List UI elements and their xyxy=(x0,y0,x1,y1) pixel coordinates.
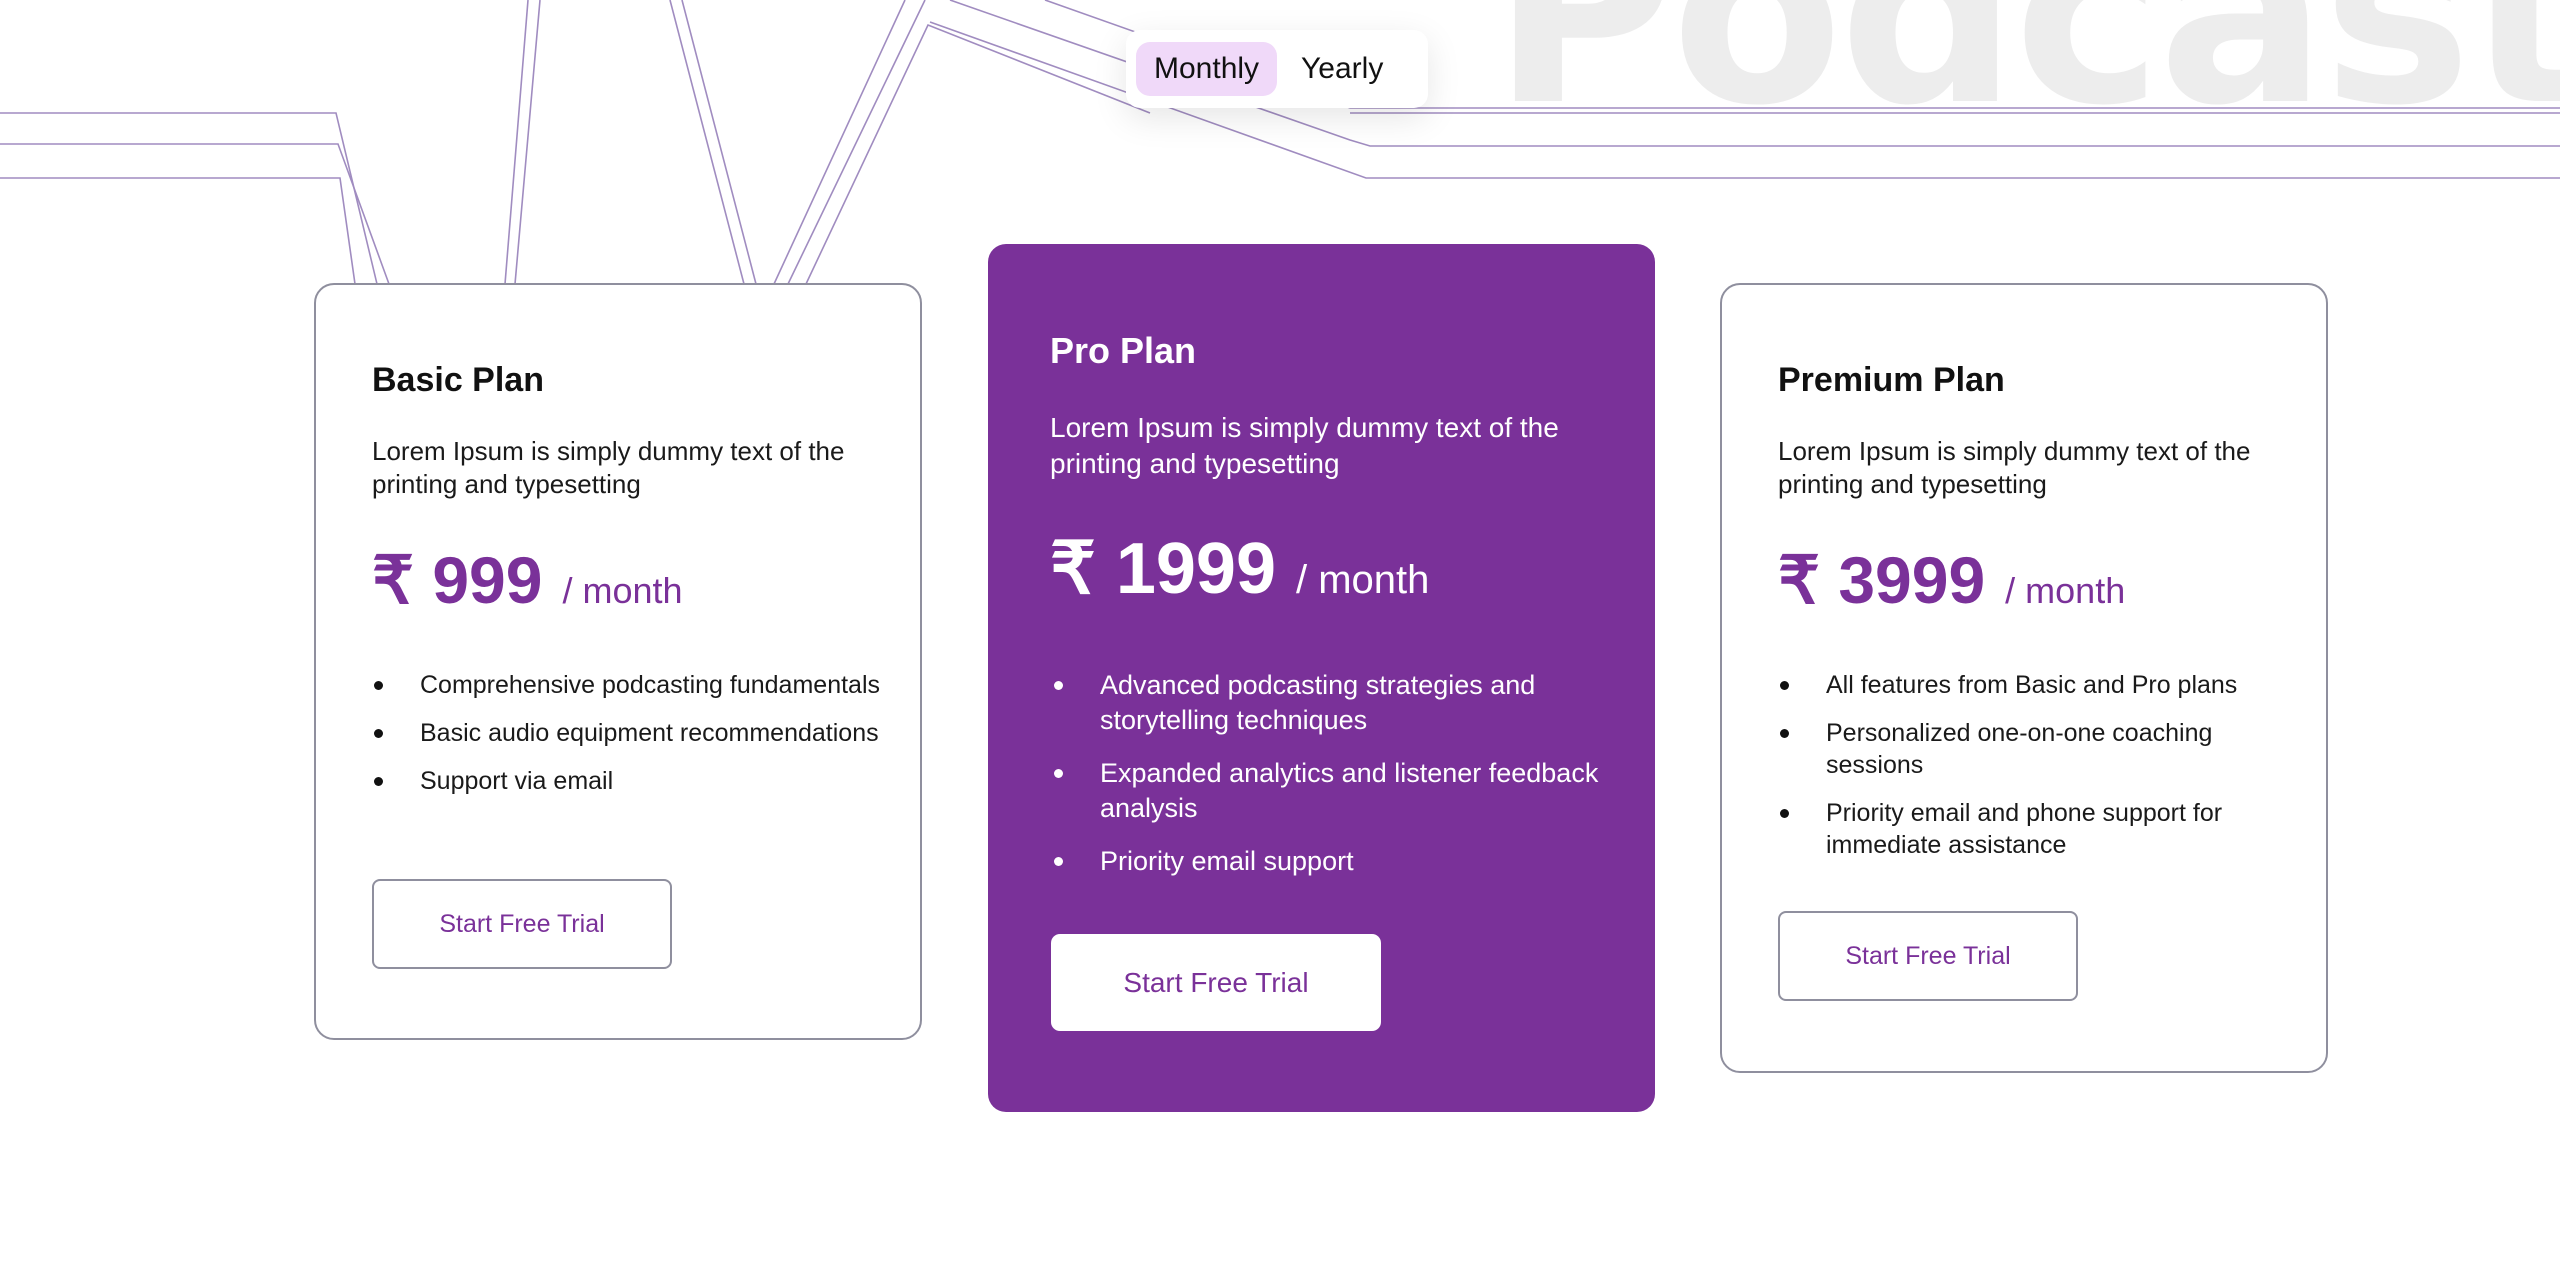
price-row: ₹ 1999 / month xyxy=(1050,526,1429,610)
feature-item: Basic audio equipment recommendations xyxy=(374,717,906,749)
price-amount: ₹ 1999 xyxy=(1050,529,1276,609)
price-period: / month xyxy=(562,570,683,611)
bullet-icon xyxy=(374,729,383,738)
feature-item: Support via email xyxy=(374,765,906,797)
bullet-icon xyxy=(374,777,383,786)
start-free-trial-button[interactable]: Start Free Trial xyxy=(1051,934,1381,1031)
podcast-watermark: Podcast xyxy=(1492,0,2560,160)
feature-item: Priority email support xyxy=(1054,844,1636,879)
feature-list: Advanced podcasting strategies and story… xyxy=(1054,668,1636,897)
feature-item: Advanced podcasting strategies and story… xyxy=(1054,668,1636,738)
bullet-icon xyxy=(1054,769,1063,778)
bullet-icon xyxy=(1054,681,1063,690)
feature-item: Priority email and phone support for imm… xyxy=(1780,797,2312,861)
plan-card-basic: Basic Plan Lorem Ipsum is simply dummy t… xyxy=(314,283,922,1040)
plan-title: Premium Plan xyxy=(1778,361,2005,399)
bullet-icon xyxy=(1780,681,1789,690)
billing-toggle: Monthly Yearly xyxy=(1126,30,1428,108)
plan-title: Pro Plan xyxy=(1050,330,1197,371)
price-row: ₹ 999 / month xyxy=(372,542,683,619)
price-amount: ₹ 3999 xyxy=(1778,543,1986,617)
feature-list: Comprehensive podcasting fundamentals Ba… xyxy=(374,669,906,813)
plan-description: Lorem Ipsum is simply dummy text of the … xyxy=(1050,412,1559,479)
plan-card-pro: Pro Plan Lorem Ipsum is simply dummy tex… xyxy=(988,244,1655,1112)
feature-item: Personalized one-on-one coaching session… xyxy=(1780,717,2312,781)
feature-item: All features from Basic and Pro plans xyxy=(1780,669,2312,701)
bullet-icon xyxy=(1054,857,1063,866)
bullet-icon xyxy=(1780,729,1789,738)
bullet-icon xyxy=(374,681,383,690)
price-amount: ₹ 999 xyxy=(372,543,543,617)
plan-title: Basic Plan xyxy=(372,361,544,399)
price-period: / month xyxy=(1295,558,1430,602)
plan-description: Lorem Ipsum is simply dummy text of the … xyxy=(372,436,845,499)
start-free-trial-button[interactable]: Start Free Trial xyxy=(372,879,672,969)
plan-description: Lorem Ipsum is simply dummy text of the … xyxy=(1778,436,2251,499)
pricing-page: Podcast Monthly Yearly Basic Plan Lorem … xyxy=(0,0,2560,1280)
price-period: / month xyxy=(2005,570,2126,611)
feature-item: Comprehensive podcasting fundamentals xyxy=(374,669,906,701)
feature-item: Expanded analytics and listener feedback… xyxy=(1054,756,1636,826)
toggle-monthly[interactable]: Monthly xyxy=(1136,42,1278,96)
bullet-icon xyxy=(1780,809,1789,818)
plan-card-premium: Premium Plan Lorem Ipsum is simply dummy… xyxy=(1720,283,2328,1073)
feature-list: All features from Basic and Pro plans Pe… xyxy=(1780,669,2312,877)
toggle-yearly[interactable]: Yearly xyxy=(1283,42,1401,96)
start-free-trial-button[interactable]: Start Free Trial xyxy=(1778,911,2078,1001)
price-row: ₹ 3999 / month xyxy=(1778,542,2125,619)
